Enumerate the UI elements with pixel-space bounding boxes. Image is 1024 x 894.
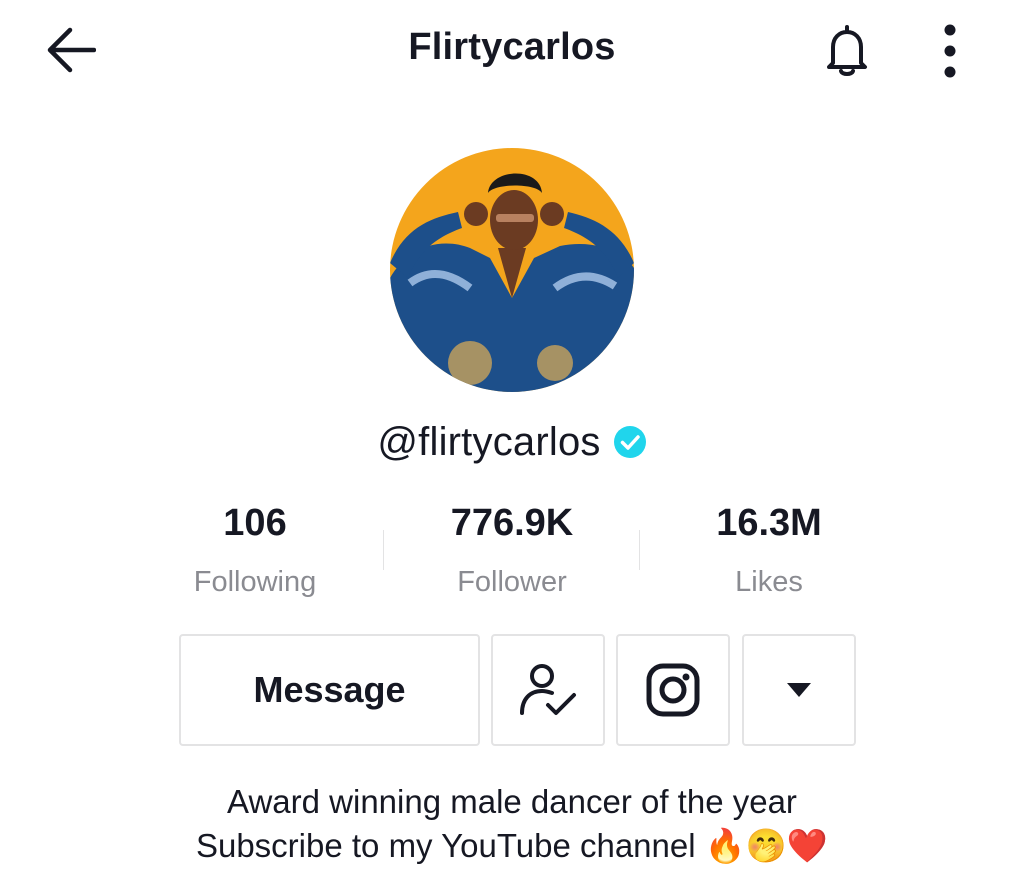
following-count: 106 — [223, 502, 287, 544]
follower-label: Follower — [457, 566, 567, 598]
stat-followers[interactable]: 776.9K Follower — [392, 498, 632, 600]
username: @flirtycarlos — [377, 419, 601, 464]
following-label: Following — [193, 566, 317, 598]
follower-count: 776.9K — [450, 502, 574, 544]
friends-button[interactable] — [491, 634, 605, 746]
bio-line-1: Award winning male dancer of the year — [227, 783, 797, 820]
stat-following[interactable]: 106 Following — [135, 498, 375, 600]
verified-check-icon — [613, 426, 646, 458]
profile-photo — [390, 148, 634, 392]
notification-bell-button[interactable] — [816, 20, 878, 82]
bell-icon — [827, 25, 867, 76]
profile-avatar[interactable] — [390, 148, 634, 392]
likes-label: Likes — [735, 566, 803, 598]
instagram-icon — [646, 663, 700, 717]
more-profile-options-button[interactable] — [742, 634, 856, 746]
user-check-icon — [520, 664, 576, 715]
stat-likes: 16.3M Likes — [649, 498, 889, 600]
more-options-button[interactable] — [925, 18, 975, 84]
bio-line-2: Subscribe to my YouTube channel 🔥🤭❤️ — [195, 827, 829, 864]
message-button[interactable]: Message — [179, 634, 480, 746]
top-bar: Flirtycarlos — [0, 0, 1024, 100]
stat-divider — [639, 530, 640, 570]
instagram-button[interactable] — [616, 634, 730, 746]
vertical-dots-icon — [944, 24, 956, 78]
stat-divider — [383, 530, 384, 570]
likes-count: 16.3M — [716, 502, 822, 544]
caret-down-icon — [787, 683, 811, 697]
profile-bio: Award winning male dancer of the year Su… — [0, 780, 1024, 868]
username-row: @flirtycarlos — [0, 414, 1024, 470]
